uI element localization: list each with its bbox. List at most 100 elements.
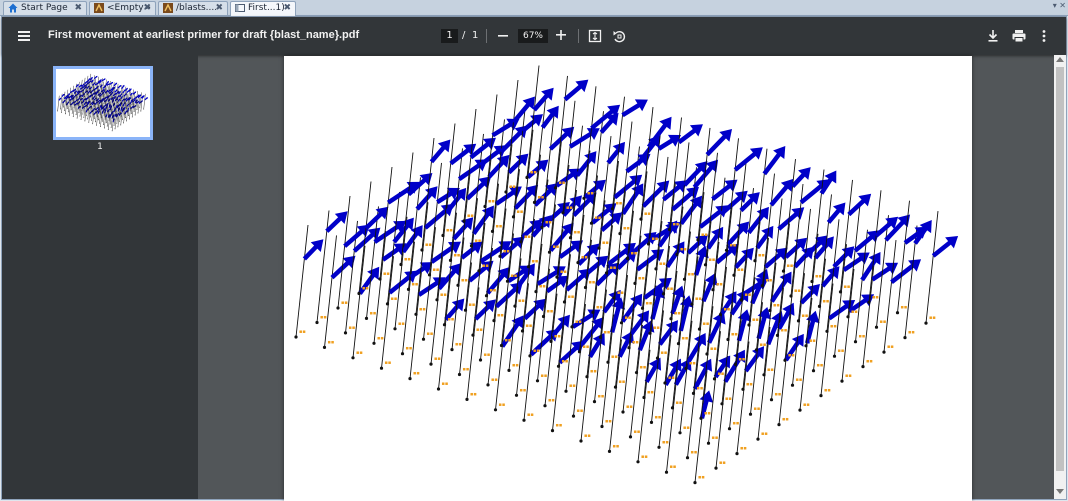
hole-label-mark: ▪▪ [575,319,582,325]
hole-label-mark: ▪▪ [383,271,390,277]
tab-first-movement[interactable]: First...1) ✖ [230,1,296,16]
hole-marker [528,354,532,358]
tab-blasts[interactable]: /blasts.... ✖ [158,1,228,15]
hole-marker [120,112,121,114]
hole-marker [882,350,886,354]
hole-marker [100,105,102,107]
hole-label-mark: ▪▪ [670,464,677,470]
hole-marker [612,296,616,300]
hole-marker [678,431,682,435]
hole-marker [86,94,88,95]
menu-icon[interactable] [16,28,34,44]
hole-marker [633,281,637,285]
hole-marker [628,435,633,439]
more-icon[interactable] [1039,28,1049,44]
hole-marker [519,240,523,244]
hole-marker [598,335,603,339]
hole-line [379,166,393,280]
scroll-down-icon[interactable] [1056,489,1064,494]
hole-marker [450,348,454,352]
scroll-up-icon[interactable] [1056,57,1064,62]
hole-marker [96,91,98,93]
hole-marker [762,373,766,377]
scrollbar[interactable] [1054,55,1066,499]
hole-label-mark: ▪▪ [596,304,603,310]
window-controls-icon[interactable]: ▾ ✕ [1053,1,1066,10]
hole-marker [84,108,86,110]
hole-marker [96,103,98,105]
hole-label-mark: ▪▪ [512,362,519,368]
print-icon[interactable] [1011,28,1027,44]
hole-label-mark: ▪▪ [640,365,647,371]
zoom-out-icon[interactable] [496,28,510,44]
rotate-icon[interactable] [612,28,626,44]
hole-marker [697,327,702,331]
hole-marker [576,261,580,265]
hole-label-mark: ▪▪ [680,246,687,252]
hole-marker [88,109,89,111]
hole-label-mark: ▪▪ [545,219,552,225]
close-icon[interactable]: ✖ [283,2,291,14]
hole-marker [98,98,100,100]
hole-label-mark: ▪▪ [659,261,666,267]
hole-marker [116,110,118,112]
hole-marker [68,114,70,116]
hole-marker [804,344,808,348]
hole-label-mark: ▪▪ [566,205,573,211]
zoom-in-icon[interactable] [554,27,568,43]
hole-marker [477,269,481,273]
hole-marker [108,108,110,109]
hole-label-mark: ▪▪ [638,275,645,281]
hole-marker [87,106,88,108]
hole-marker [82,113,84,115]
hole-label-mark: ▪▪ [526,323,533,329]
hole-marker [128,106,130,108]
hole-marker [654,267,658,271]
hole-label-mark: ▪▪ [413,371,420,377]
hole-marker [535,379,540,383]
hole-marker [89,92,91,94]
zoom-input[interactable]: 67% [518,29,548,43]
page-thumbnail[interactable] [53,66,153,140]
hole-marker [522,418,526,422]
hole-marker [727,427,732,431]
blast-movement-figure: ▪▪ ▪▪ ▪▪ ▪▪ ▪▪ ▪▪ ▪▪ ▪▪ ▪▪ ▪▪ ▪▪ ▪▪ ▪▪ ▪▪ ▪▪ ▪▪ ▪▪ ▪▪ ▪▪ ▪▪… [294,65,959,485]
hole-line [541,115,555,228]
hole-label-mark: ▪▪ [815,274,822,280]
hole-label-mark: ▪▪ [532,259,539,265]
hole-label-mark: ▪▪ [704,410,711,416]
hole-label-mark: ▪▪ [644,211,651,217]
hole-label-mark: ▪▪ [520,387,527,393]
hole-label-mark: ▪▪ [689,361,696,367]
close-icon[interactable]: ✖ [143,2,151,14]
fit-page-icon[interactable] [588,28,602,44]
hole-label-mark: ▪▪ [823,298,830,304]
hole-label-mark: ▪▪ [587,190,594,196]
tab-strip: Start Page ✖ <Empty> ✖ /blasts.... ✖ Fir… [0,0,1068,16]
hole-marker [400,352,405,356]
hole-marker [108,95,110,97]
hole-label-mark: ▪▪ [611,354,618,360]
hole-marker [107,116,109,118]
tab-start-page[interactable]: Start Page ✖ [3,1,87,15]
hole-marker [733,362,738,366]
thumbnail-page-number: 1 [97,142,103,152]
hole-marker [499,343,504,348]
scroll-thumb[interactable] [1056,67,1064,471]
hole-marker [82,101,84,103]
page-number-input[interactable]: 1 [441,29,458,43]
hole-marker [108,120,110,122]
close-icon[interactable]: ✖ [215,2,223,14]
hole-label-mark: ▪▪ [605,419,612,425]
hole-marker [853,340,858,344]
tab-empty[interactable]: <Empty> ✖ [89,1,156,15]
hole-marker [105,122,107,124]
hole-label-mark: ▪▪ [731,332,738,338]
hole-marker [90,116,92,118]
download-icon[interactable] [986,28,1000,44]
hole-label-mark: ▪▪ [733,421,740,427]
hole-label-mark: ▪▪ [613,443,620,449]
hole-marker [106,113,108,115]
hole-marker [435,298,439,302]
close-icon[interactable]: ✖ [74,2,82,14]
